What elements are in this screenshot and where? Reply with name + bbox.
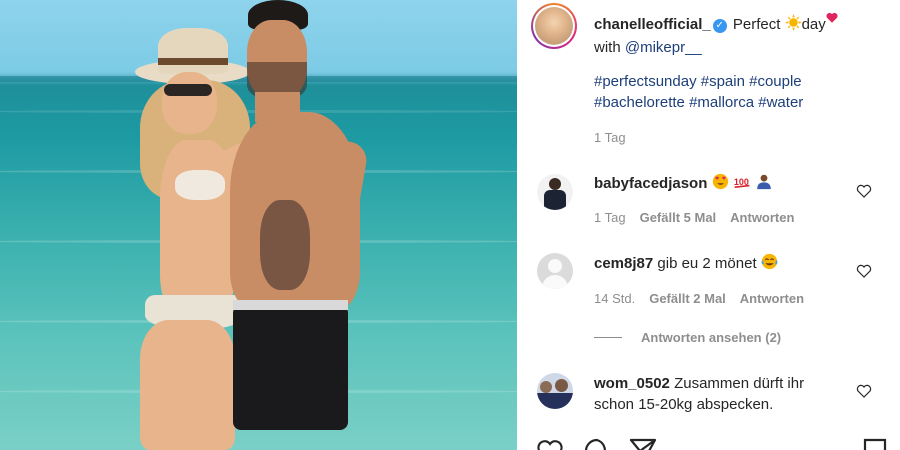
- comment-reply-button[interactable]: Antworten: [730, 210, 794, 225]
- mention-link[interactable]: @mikepr__: [625, 39, 702, 56]
- share-icon[interactable]: [629, 438, 657, 450]
- person-emoji-icon: [755, 173, 773, 196]
- sun-emoji-icon: [784, 14, 802, 37]
- verified-badge-icon: ✓: [712, 19, 727, 33]
- comment-username[interactable]: cem8j87: [594, 255, 653, 272]
- comment-icon[interactable]: [583, 438, 611, 450]
- comment-like-heart-icon[interactable]: [856, 184, 872, 198]
- heart-eyes-emoji-icon: [712, 173, 729, 196]
- comment-like-heart-icon[interactable]: [856, 384, 872, 398]
- comment-username[interactable]: babyfacedjason: [594, 175, 707, 192]
- view-replies-button[interactable]: Antworten ansehen (2): [641, 330, 781, 345]
- comment-2-meta: 14 Std. Gefällt 2 Mal Antworten: [594, 291, 818, 306]
- man-figure: [225, 0, 375, 450]
- hashtags-line-2[interactable]: #bachelorette #mallorca #water: [594, 92, 803, 113]
- view-replies-divider: [594, 337, 622, 338]
- author-username[interactable]: chanelleofficial_: [594, 16, 711, 33]
- tears-of-joy-emoji-icon: [761, 253, 778, 276]
- caption-text-day: day: [801, 16, 826, 33]
- bookmark-icon[interactable]: [862, 438, 888, 450]
- hashtags-line-1[interactable]: #perfectsunday #spain #couple: [594, 71, 802, 92]
- comment-time: 1 Tag: [594, 210, 626, 225]
- comment-username[interactable]: wom_0502: [594, 375, 670, 392]
- like-heart-icon[interactable]: [536, 438, 564, 450]
- commenter-avatar[interactable]: [537, 373, 573, 409]
- post-caption: chanelleofficial_ ✓ Perfect day with @mik…: [594, 8, 884, 58]
- hundred-emoji-icon: 100: [733, 173, 751, 196]
- author-avatar[interactable]: [531, 3, 577, 49]
- comment-text-continued: schon 15-20kg abspecken.: [594, 396, 774, 413]
- comment-2: cem8j87 gib eu 2 mönet: [594, 253, 778, 276]
- comment-reply-button[interactable]: Antworten: [740, 291, 804, 306]
- post-photo[interactable]: [0, 0, 517, 450]
- comment-likes[interactable]: Gefällt 5 Mal: [640, 210, 717, 225]
- comment-3: wom_0502 Zusammen dürft ihr schon 15-20k…: [594, 373, 844, 415]
- comment-like-heart-icon[interactable]: [856, 264, 872, 278]
- commenter-avatar[interactable]: [537, 253, 573, 289]
- comment-1-meta: 1 Tag Gefällt 5 Mal Antworten: [594, 210, 808, 225]
- heart-emoji-icon: [826, 8, 838, 29]
- caption-with: with: [594, 39, 621, 56]
- comment-likes[interactable]: Gefällt 2 Mal: [649, 291, 726, 306]
- comment-text: gib eu 2 mönet: [657, 255, 757, 272]
- commenter-avatar[interactable]: [537, 174, 573, 210]
- comment-text: Zusammen dürft ihr: [674, 375, 805, 392]
- comment-time: 14 Std.: [594, 291, 636, 306]
- comment-1: babyfacedjason 100: [594, 173, 773, 196]
- caption-text: Perfect: [732, 16, 781, 33]
- post-timestamp: 1 Tag: [594, 130, 626, 145]
